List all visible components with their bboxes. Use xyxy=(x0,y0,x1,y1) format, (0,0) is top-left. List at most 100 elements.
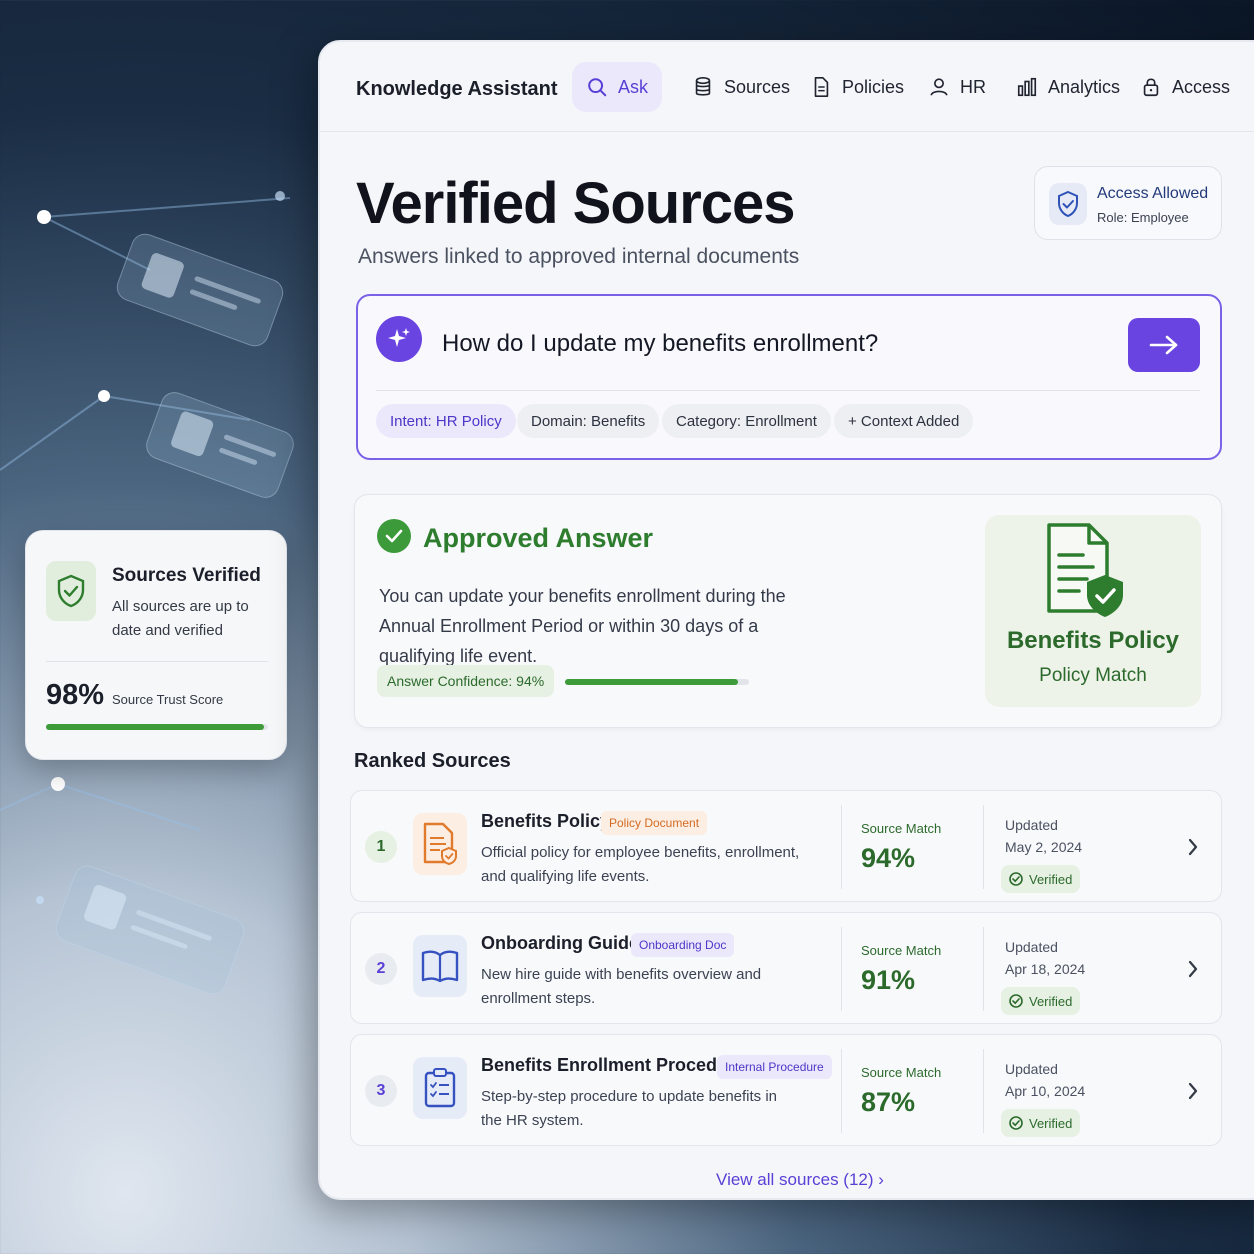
source-match-label: Source Match xyxy=(861,943,942,958)
updated-label: Updated xyxy=(1005,1061,1058,1077)
nav-access[interactable]: Access xyxy=(1126,62,1244,112)
bar-chart-icon xyxy=(1017,77,1037,97)
view-all-sources-link[interactable]: View all sources (12) › xyxy=(320,1170,1254,1190)
updated-label: Updated xyxy=(1005,817,1058,833)
trust-score-value: 98% xyxy=(46,679,105,711)
nav-hr-label: HR xyxy=(960,76,986,97)
search-icon xyxy=(588,78,607,97)
nav-sources[interactable]: Sources xyxy=(678,62,804,112)
send-button[interactable] xyxy=(1128,318,1200,372)
arrow-right-icon xyxy=(1149,335,1178,355)
chip-domain[interactable]: Domain: Benefits xyxy=(517,404,660,438)
divider xyxy=(983,1049,984,1133)
query-text[interactable]: How do I update my benefits enrollment? xyxy=(442,330,878,358)
divider xyxy=(841,1049,842,1133)
updated-date: May 2, 2024 xyxy=(1005,839,1083,855)
chevron-right-icon[interactable] xyxy=(1183,1079,1203,1103)
shield-check-icon xyxy=(46,561,96,621)
access-status-card: Access Allowed Role: Employee xyxy=(1034,166,1222,240)
check-circle-icon xyxy=(1009,994,1023,1008)
divider xyxy=(983,927,984,1011)
chip-intent[interactable]: Intent: HR Policy xyxy=(376,404,516,438)
source-row[interactable]: 3 Benefits Enrollment Procedure Internal… xyxy=(350,1034,1222,1146)
background-doc-card xyxy=(142,388,298,502)
source-description: Step-by-step procedure to update benefit… xyxy=(481,1088,778,1129)
nav-analytics[interactable]: Analytics xyxy=(1002,62,1134,112)
confidence-bar xyxy=(565,679,749,685)
policy-match-card[interactable]: Benefits Policy Policy Match xyxy=(985,515,1201,707)
chip-context[interactable]: + Context Added xyxy=(834,404,974,438)
view-all-label: View all sources (12) xyxy=(716,1170,874,1189)
book-icon xyxy=(413,935,467,997)
trust-score-bar xyxy=(46,724,268,730)
source-description: Official policy for employee benefits, e… xyxy=(481,844,800,885)
answer-body: You can update your benefits enrollment … xyxy=(379,586,786,666)
document-icon xyxy=(814,77,829,97)
ranked-sources-title: Ranked Sources xyxy=(354,750,511,772)
source-description: New hire guide with benefits overview an… xyxy=(481,966,762,1007)
rank-badge: 2 xyxy=(365,953,397,985)
sparkle-icon xyxy=(376,316,422,362)
divider xyxy=(376,390,1200,391)
policy-match-subtitle: Policy Match xyxy=(1039,665,1147,686)
background-doc-card xyxy=(51,861,249,999)
source-tag: Onboarding Doc xyxy=(631,933,735,957)
access-title: Access Allowed xyxy=(1097,185,1209,202)
main-panel: Knowledge Assistant Ask Sources Policies… xyxy=(318,40,1254,1200)
nav-access-label: Access xyxy=(1172,76,1231,97)
source-row[interactable]: 2 Onboarding Guide Onboarding Doc New hi… xyxy=(350,912,1222,1024)
policy-document-icon xyxy=(413,813,467,875)
updated-date: Apr 18, 2024 xyxy=(1005,961,1086,977)
chevron-right-icon[interactable] xyxy=(1183,835,1203,859)
approved-answer-card: Approved Answer You can update your bene… xyxy=(354,494,1222,728)
query-card: How do I update my benefits enrollment? … xyxy=(356,294,1222,460)
database-icon xyxy=(695,77,711,96)
access-role: Role: Employee xyxy=(1097,210,1189,225)
chevron-right-icon[interactable] xyxy=(1183,957,1203,981)
shield-icon xyxy=(1049,183,1087,225)
confidence-label: Answer Confidence: 94% xyxy=(377,665,555,697)
nav-policies[interactable]: Policies xyxy=(796,62,918,112)
confidence-bar-fill xyxy=(565,679,738,685)
divider xyxy=(841,927,842,1011)
policy-match-title: Benefits Policy xyxy=(1006,627,1180,654)
divider xyxy=(841,805,842,889)
divider xyxy=(983,805,984,889)
check-circle-icon xyxy=(1009,872,1023,886)
updated-label: Updated xyxy=(1005,939,1058,955)
top-nav: Knowledge Assistant Ask Sources Policies… xyxy=(320,42,1254,132)
rank-badge: 1 xyxy=(365,831,397,863)
verified-badge: Verified xyxy=(1001,865,1081,893)
trust-score-label: Source Trust Score xyxy=(112,692,224,707)
nav-policies-label: Policies xyxy=(842,76,905,97)
lock-icon xyxy=(1143,78,1159,97)
verified-label: Verified xyxy=(1029,871,1073,887)
sources-verified-subtitle: All sources are up to date and verified xyxy=(112,598,249,639)
source-tag: Internal Procedure xyxy=(717,1055,832,1079)
policy-document-shield-icon xyxy=(1047,523,1123,617)
source-title: Onboarding Guide xyxy=(481,933,639,953)
chip-category[interactable]: Category: Enrollment xyxy=(662,404,831,438)
source-match-value: 87% xyxy=(861,1087,916,1117)
source-match-label: Source Match xyxy=(861,821,942,836)
source-title: Benefits Policy xyxy=(481,811,611,831)
source-row[interactable]: 1 Benefits Policy Policy Document Offici… xyxy=(350,790,1222,902)
divider xyxy=(46,661,268,662)
nav-sources-label: Sources xyxy=(724,76,791,97)
verified-badge: Verified xyxy=(1001,987,1081,1015)
rank-badge: 3 xyxy=(365,1075,397,1107)
page-title: Verified Sources xyxy=(356,171,796,236)
trust-score-bar-fill xyxy=(46,724,264,730)
user-icon xyxy=(930,78,948,96)
source-tag: Policy Document xyxy=(601,811,708,835)
app-brand: Knowledge Assistant xyxy=(356,78,558,100)
verified-label: Verified xyxy=(1029,1115,1073,1131)
verified-label: Verified xyxy=(1029,993,1073,1009)
nav-ask[interactable]: Ask xyxy=(572,62,663,112)
nav-hr[interactable]: HR xyxy=(914,62,1000,112)
nav-ask-label: Ask xyxy=(618,76,649,97)
check-circle-icon xyxy=(1009,1116,1023,1130)
nav-analytics-label: Analytics xyxy=(1048,76,1121,97)
verified-badge: Verified xyxy=(1001,1109,1081,1137)
answer-title: Approved Answer xyxy=(423,523,654,553)
